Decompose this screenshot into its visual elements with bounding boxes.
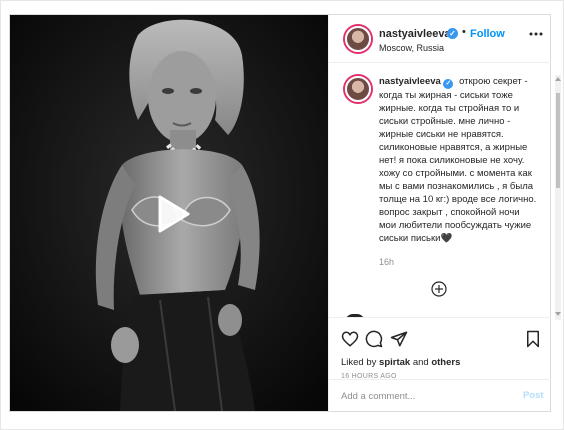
- browser-viewport: nastyaivleeva ✓ • Follow Moscow, Russia …: [0, 0, 564, 430]
- share-icon: [390, 331, 408, 347]
- comments-scrollbar-thumb[interactable]: [556, 93, 560, 188]
- post-comment-button[interactable]: Post: [523, 390, 544, 401]
- likes-summary: Liked by spirtak and others: [341, 357, 460, 368]
- author-avatar[interactable]: [345, 26, 371, 52]
- comments-section: nastyaivleeva ✓ открою секрет - когда ты…: [329, 64, 551, 317]
- post-video[interactable]: [10, 15, 328, 411]
- post-actions: Liked by spirtak and others 16 HOURS AGO: [329, 317, 551, 380]
- likes-prefix: Liked by: [341, 357, 380, 368]
- ellipsis-icon: [529, 32, 543, 36]
- verified-badge-icon: ✓: [447, 28, 458, 39]
- post-sidebar: nastyaivleeva ✓ • Follow Moscow, Russia …: [328, 15, 561, 411]
- comment-input[interactable]: [341, 388, 511, 404]
- load-more-comments-button[interactable]: [431, 281, 447, 297]
- heart-icon: [341, 331, 359, 347]
- share-button[interactable]: [390, 330, 408, 353]
- follow-button[interactable]: Follow: [470, 28, 505, 40]
- like-button[interactable]: [341, 330, 359, 353]
- likes-others-link[interactable]: others: [431, 357, 460, 368]
- liked-by-user-link[interactable]: spirtak: [379, 357, 410, 368]
- post-caption: nastyaivleeva ✓ открою секрет - когда ты…: [379, 75, 537, 245]
- caption-verified-icon: ✓: [443, 79, 454, 89]
- post-header: nastyaivleeva ✓ • Follow Moscow, Russia: [329, 15, 551, 63]
- plus-circle-icon: [431, 281, 447, 297]
- author-username[interactable]: nastyaivleeva: [379, 28, 451, 40]
- play-button[interactable]: [148, 191, 194, 237]
- comment-button[interactable]: [365, 330, 383, 353]
- add-comment-bar: Post: [329, 379, 551, 411]
- play-icon: [158, 195, 190, 233]
- caption-avatar[interactable]: [345, 76, 371, 102]
- instagram-post-modal: nastyaivleeva ✓ • Follow Moscow, Russia …: [9, 14, 561, 412]
- caption-text: открою секрет - когда ты жирная - сиськи…: [379, 76, 537, 244]
- caption-timestamp[interactable]: 16h: [379, 257, 394, 267]
- bookmark-icon: [527, 330, 539, 348]
- likes-middle: and: [410, 357, 432, 368]
- more-options-button[interactable]: [529, 27, 543, 44]
- caption-username[interactable]: nastyaivleeva: [379, 76, 441, 87]
- comment-icon: [365, 330, 383, 348]
- save-button[interactable]: [524, 330, 542, 353]
- post-location[interactable]: Moscow, Russia: [379, 43, 444, 53]
- scroll-down-arrow-icon[interactable]: [555, 312, 561, 316]
- scroll-up-arrow-icon[interactable]: [555, 77, 561, 81]
- separator-dot: •: [462, 26, 466, 38]
